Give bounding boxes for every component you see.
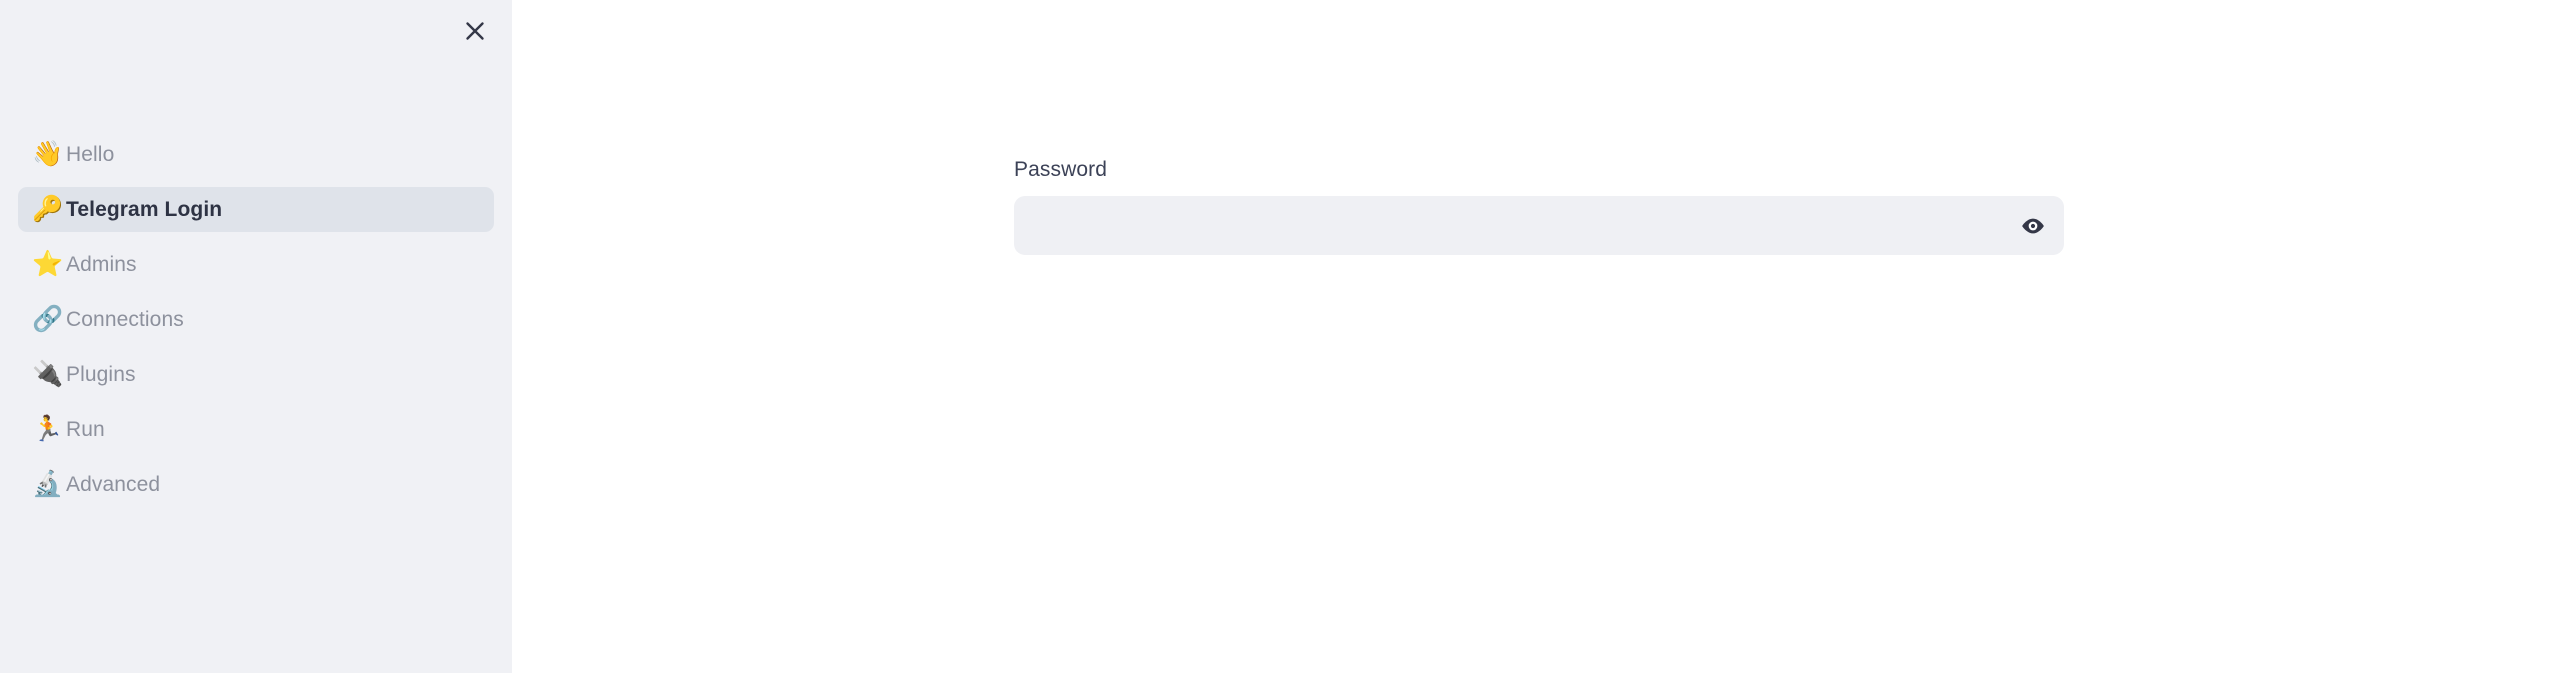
sidebar-item-connections[interactable]: 🔗 Connections [18,297,494,342]
settings-content-panel: Password [512,0,2560,673]
sidebar-item-label: Hello [66,142,115,166]
password-label: Password [1014,158,1108,181]
sidebar-item-hello[interactable]: 👋 Hello [18,132,494,177]
password-input-wrap [1014,196,2064,255]
microscope-icon: 🔬 [32,470,64,498]
sidebar-item-run[interactable]: 🏃 Run [18,407,494,452]
key-icon: 🔑 [32,195,64,223]
settings-nav: 👋 Hello 🔑 Telegram Login ⭐ Admins 🔗 Conn… [0,132,512,517]
waving-hand-icon: 👋 [32,140,64,168]
plug-icon: 🔌 [32,360,64,388]
sidebar-item-label: Admins [66,252,137,276]
star-icon: ⭐ [32,250,64,278]
eye-icon [2020,213,2046,239]
sidebar-item-label: Run [66,417,105,441]
password-field-group: Password [1014,158,2064,255]
sidebar-item-label: Advanced [66,472,161,496]
password-input[interactable] [1014,196,2064,255]
toggle-password-visibility-button[interactable] [2002,196,2064,255]
close-icon [464,20,486,42]
sidebar-item-advanced[interactable]: 🔬 Advanced [18,462,494,507]
sidebar-item-label: Connections [66,307,184,331]
settings-dialog: 👋 Hello 🔑 Telegram Login ⭐ Admins 🔗 Conn… [0,0,2560,673]
sidebar-item-plugins[interactable]: 🔌 Plugins [18,352,494,397]
close-dialog-button[interactable] [454,10,496,52]
runner-icon: 🏃 [32,415,64,443]
settings-sidebar: 👋 Hello 🔑 Telegram Login ⭐ Admins 🔗 Conn… [0,0,512,673]
sidebar-topbar [0,0,512,56]
sidebar-item-admins[interactable]: ⭐ Admins [18,242,494,287]
sidebar-item-telegram-login[interactable]: 🔑 Telegram Login [18,187,494,232]
sidebar-item-label: Plugins [66,362,136,386]
sidebar-item-label: Telegram Login [66,197,223,221]
link-icon: 🔗 [32,305,64,333]
